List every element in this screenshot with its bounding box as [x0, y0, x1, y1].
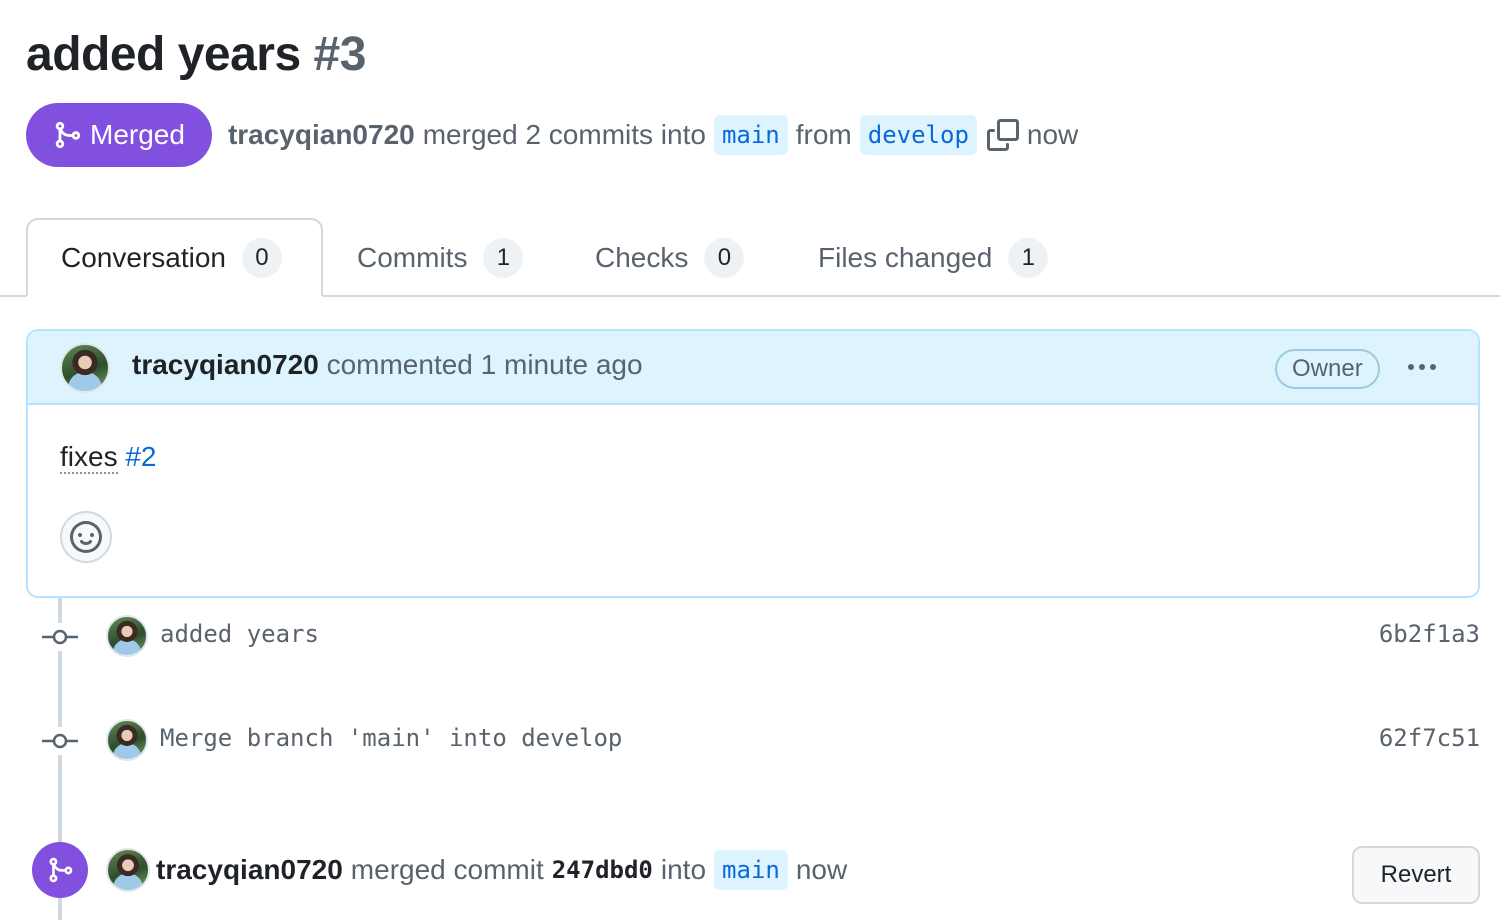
- avatar[interactable]: [106, 719, 148, 761]
- timeline-commit-row: added years 6b2f1a3: [0, 612, 1500, 662]
- pr-title: added years: [26, 28, 301, 81]
- merge-summary-text: merged 2 commits into: [422, 119, 706, 150]
- comment-action: commented 1 minute ago: [326, 349, 643, 380]
- merge-time: now: [1026, 119, 1079, 150]
- tab-label: Checks: [595, 241, 689, 273]
- merged-event-action: merged commit: [350, 854, 544, 885]
- base-branch-link[interactable]: main: [713, 115, 788, 155]
- merged-into-branch-link[interactable]: main: [714, 850, 788, 890]
- merged-state-badge: Merged: [26, 103, 212, 167]
- tab-checks[interactable]: Checks 0: [595, 218, 745, 297]
- tab-counter: 0: [241, 237, 282, 278]
- into-text: into: [660, 854, 707, 885]
- git-commit-icon: [42, 623, 78, 651]
- commit-sha-link[interactable]: 6b2f1a3: [1379, 620, 1480, 648]
- smiley-icon: [70, 521, 102, 553]
- merged-event-text: tracyqian0720 merged commit 247dbd0 into…: [156, 850, 847, 890]
- commit-message-link[interactable]: added years: [160, 620, 319, 648]
- merge-commit-sha-link[interactable]: 247dbd0: [552, 856, 653, 884]
- merge-author-link[interactable]: tracyqian0720: [228, 119, 415, 151]
- kebab-horizontal-icon[interactable]: [1402, 351, 1442, 383]
- avatar[interactable]: [60, 343, 110, 393]
- pr-number: #3: [313, 28, 367, 81]
- merge-summary: tracyqian0720 merged 2 commits into main…: [228, 115, 1078, 155]
- head-branch-link[interactable]: develop: [859, 115, 977, 155]
- merged-badge-label: Merged: [90, 119, 185, 150]
- tab-label: Conversation: [61, 241, 226, 273]
- commit-message-link[interactable]: Merge branch 'main' into develop: [160, 724, 622, 752]
- fixes-keyword: fixes: [60, 441, 118, 474]
- tab-counter: 1: [1008, 237, 1049, 278]
- tab-label: Commits: [357, 241, 468, 273]
- tab-commits[interactable]: Commits 1: [357, 218, 524, 297]
- issue-link[interactable]: #2: [125, 441, 156, 472]
- commit-sha-link[interactable]: 62f7c51: [1379, 724, 1480, 752]
- git-merge-icon: [32, 842, 88, 898]
- merge-status-row: Merged tracyqian0720 merged 2 commits in…: [26, 103, 1078, 167]
- avatar[interactable]: [106, 615, 148, 657]
- from-text: from: [795, 119, 852, 150]
- tab-conversation[interactable]: Conversation 0: [26, 218, 323, 297]
- tab-label: Files changed: [818, 241, 993, 273]
- pr-description-comment: tracyqian0720 commented 1 minute ago Own…: [26, 329, 1480, 598]
- page-title: added years #3: [26, 22, 366, 88]
- merged-event-time: now: [795, 854, 848, 885]
- tab-files-changed[interactable]: Files changed 1: [818, 218, 1049, 297]
- comment-meta: tracyqian0720 commented 1 minute ago: [132, 349, 643, 381]
- comment-body: fixes #2: [60, 441, 157, 474]
- merged-event: tracyqian0720 merged commit 247dbd0 into…: [0, 842, 1500, 904]
- tab-counter: 1: [483, 237, 524, 278]
- timeline-commit-row: Merge branch 'main' into develop 62f7c51: [0, 716, 1500, 766]
- merged-event-author-link[interactable]: tracyqian0720: [156, 854, 343, 886]
- revert-button[interactable]: Revert: [1352, 846, 1480, 904]
- copy-icon[interactable]: [986, 119, 1019, 151]
- git-merge-icon: [55, 121, 81, 149]
- comment-header: tracyqian0720 commented 1 minute ago Own…: [28, 331, 1478, 405]
- git-commit-icon: [42, 727, 78, 755]
- comment-author-link[interactable]: tracyqian0720: [132, 349, 319, 380]
- add-reaction-button[interactable]: [60, 511, 112, 563]
- tab-counter: 0: [704, 237, 745, 278]
- owner-badge: Owner: [1275, 349, 1380, 389]
- avatar[interactable]: [106, 848, 150, 892]
